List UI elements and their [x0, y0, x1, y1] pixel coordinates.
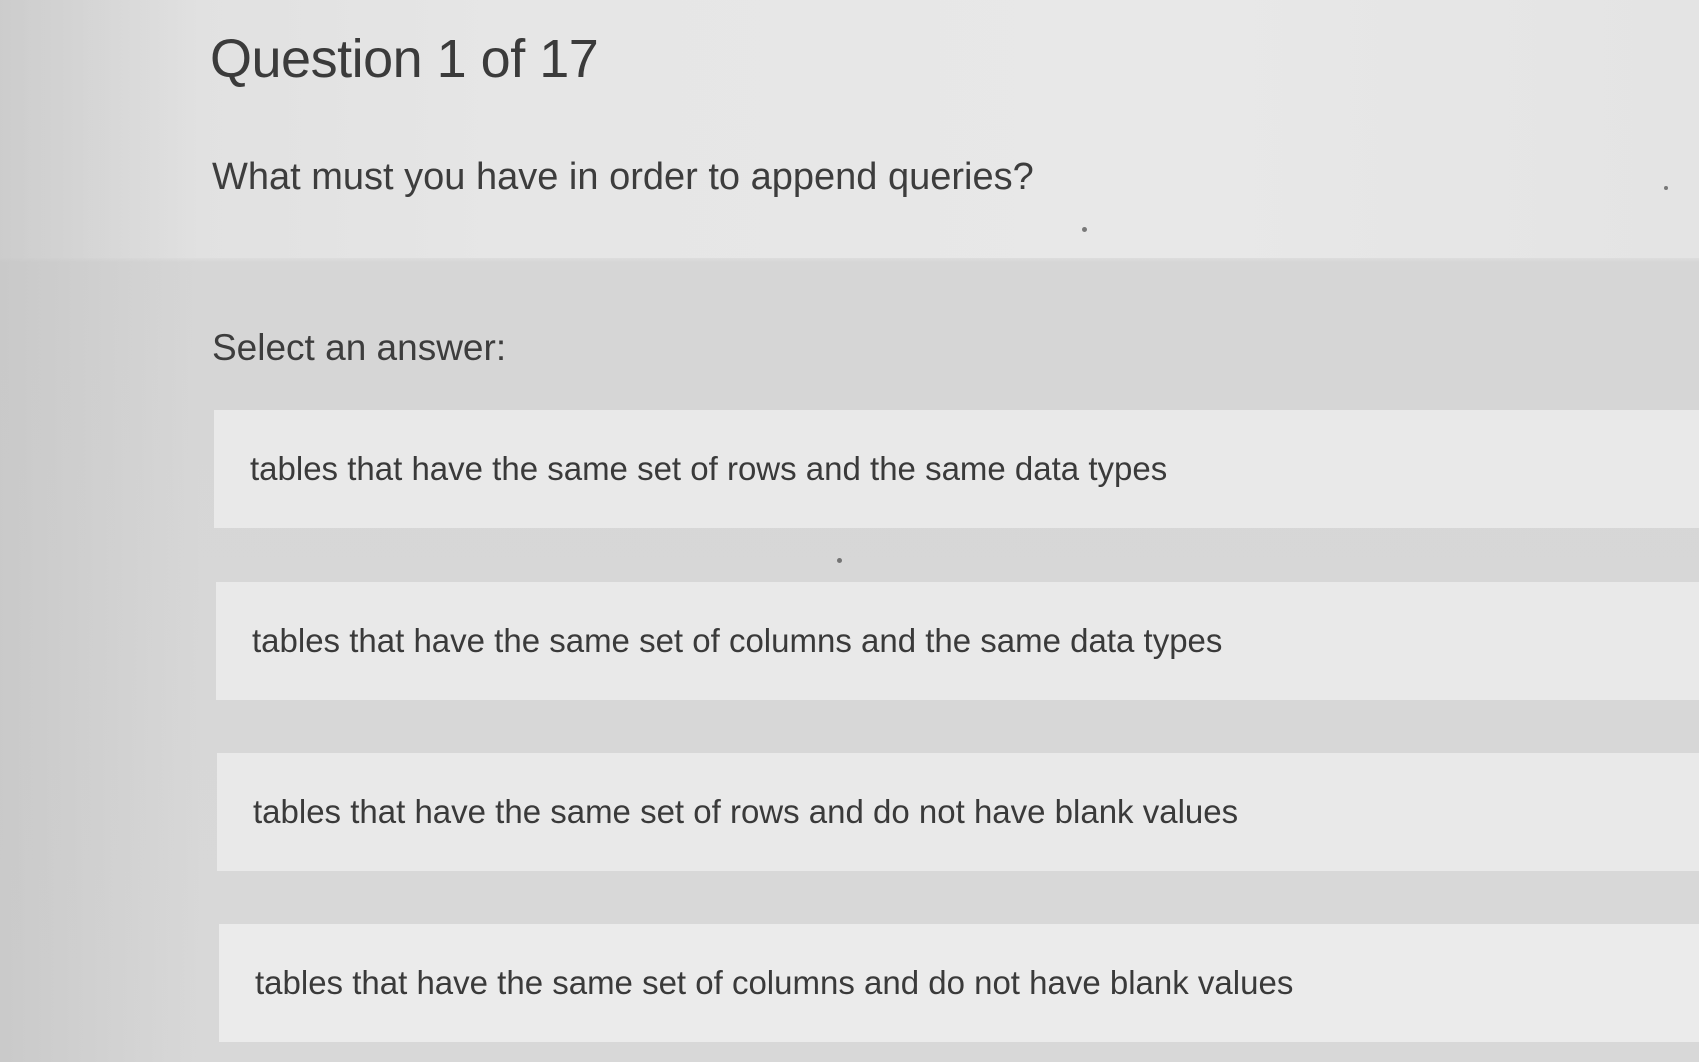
- answer-option-label: tables that have the same set of columns…: [252, 622, 1223, 659]
- answer-option-4[interactable]: tables that have the same set of columns…: [219, 924, 1699, 1042]
- screen-speck: [1082, 227, 1087, 232]
- answer-option-label: tables that have the same set of columns…: [255, 964, 1294, 1001]
- screen-speck: [1664, 186, 1668, 190]
- answer-option-2[interactable]: tables that have the same set of columns…: [216, 582, 1699, 700]
- answer-option-1[interactable]: tables that have the same set of rows an…: [214, 410, 1699, 528]
- quiz-page: Question 1 of 17 What must you have in o…: [0, 0, 1699, 1062]
- question-text: What must you have in order to append qu…: [212, 156, 1034, 198]
- question-counter: Question 1 of 17: [210, 29, 599, 89]
- answer-option-3[interactable]: tables that have the same set of rows an…: [217, 753, 1699, 871]
- answer-option-label: tables that have the same set of rows an…: [253, 793, 1239, 830]
- screen-speck: [837, 558, 842, 563]
- answer-option-label: tables that have the same set of rows an…: [250, 450, 1168, 487]
- select-answer-label: Select an answer:: [212, 327, 507, 368]
